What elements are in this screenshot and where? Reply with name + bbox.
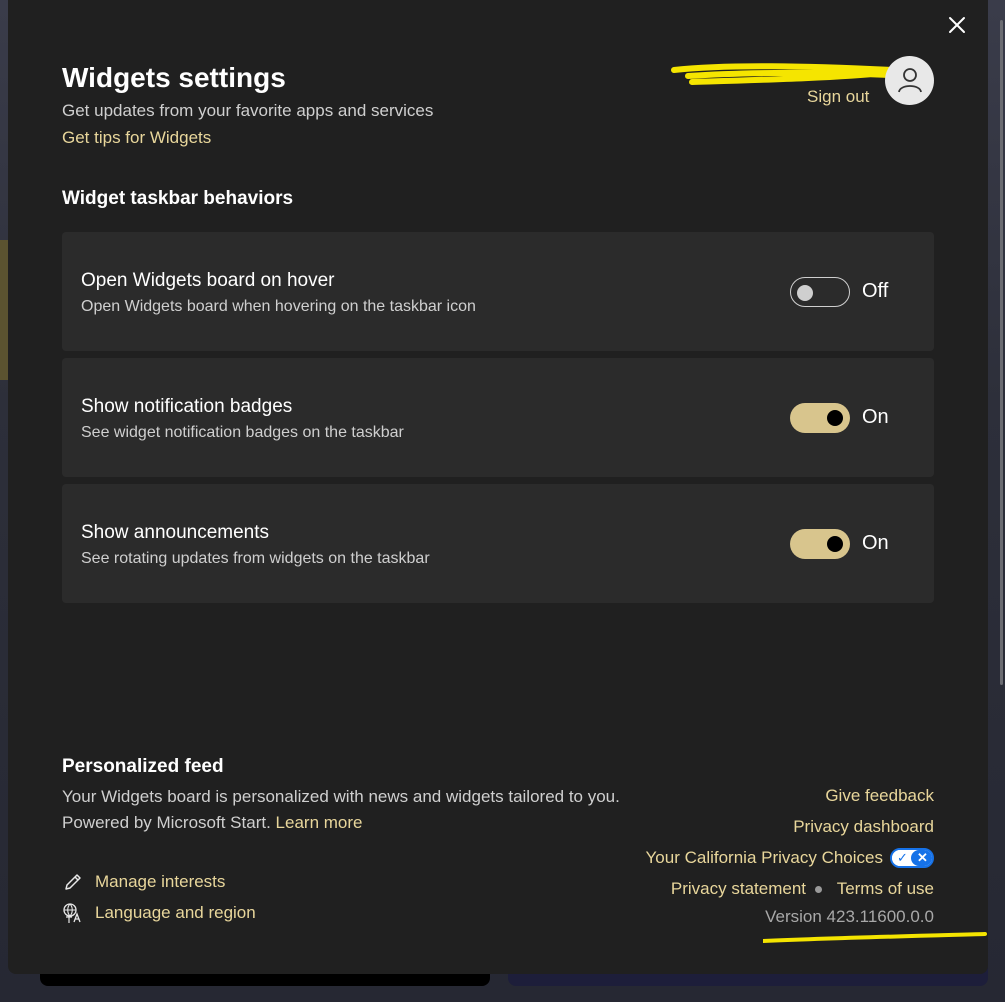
setting-title: Show notification badges — [81, 396, 293, 417]
setting-announcements: Show announcements See rotating updates … — [62, 484, 934, 603]
toggle-state-label: On — [862, 532, 889, 554]
privacy-statement-link[interactable]: Privacy statement — [671, 879, 806, 899]
california-privacy-link[interactable]: Your California Privacy Choices — [646, 848, 883, 868]
close-icon — [949, 17, 965, 33]
toggle-knob — [827, 410, 843, 426]
person-icon — [898, 68, 922, 93]
setting-description: Open Widgets board when hovering on the … — [81, 298, 476, 315]
version-label: Version 423.11600.0.0 — [765, 907, 934, 926]
sign-out-link[interactable]: Sign out — [807, 87, 869, 107]
manage-interests-label: Manage interests — [95, 872, 226, 891]
give-feedback-link[interactable]: Give feedback — [825, 786, 934, 806]
checkmark-icon: ✓ — [892, 850, 913, 866]
toggle-knob — [827, 536, 843, 552]
setting-description: See widget notification badges on the ta… — [81, 424, 404, 441]
separator-dot — [815, 886, 822, 893]
terms-of-use-link[interactable]: Terms of use — [837, 879, 934, 899]
setting-description: See rotating updates from widgets on the… — [81, 550, 430, 567]
pencil-icon — [65, 874, 81, 890]
taskbar-behaviors-heading: Widget taskbar behaviors — [62, 188, 294, 209]
personalized-feed-description: Your Widgets board is personalized with … — [62, 784, 622, 836]
setting-title: Open Widgets board on hover — [81, 270, 335, 291]
toggle-knob — [797, 285, 813, 301]
tips-link[interactable]: Get tips for Widgets — [62, 128, 211, 148]
avatar[interactable] — [885, 56, 934, 105]
personalized-feed-heading: Personalized feed — [62, 756, 224, 777]
notification-badges-toggle[interactable] — [790, 403, 850, 433]
page-subtitle: Get updates from your favorite apps and … — [62, 101, 434, 120]
scrollbar[interactable] — [1000, 20, 1003, 685]
setting-title: Show announcements — [81, 522, 270, 543]
page-title: Widgets settings — [62, 62, 286, 93]
language-region-label: Language and region — [95, 903, 256, 922]
learn-more-link[interactable]: Learn more — [276, 813, 363, 832]
setting-notification-badges: Show notification badges See widget noti… — [62, 358, 934, 477]
setting-open-on-hover: Open Widgets board on hover Open Widgets… — [62, 232, 934, 351]
manage-interests-link[interactable]: Manage interests — [62, 870, 225, 894]
widgets-settings-panel: Widgets settings Get updates from your f… — [8, 0, 988, 974]
close-button[interactable] — [944, 14, 970, 40]
open-on-hover-toggle[interactable] — [790, 277, 850, 307]
language-region-link[interactable]: Language and region — [62, 901, 256, 925]
privacy-dashboard-link[interactable]: Privacy dashboard — [793, 817, 934, 837]
x-icon: ✕ — [911, 850, 932, 866]
language-icon — [63, 903, 81, 923]
privacy-choices-icon[interactable]: ✓ ✕ — [890, 848, 934, 868]
redaction-scribble — [671, 63, 898, 85]
toggle-state-label: Off — [862, 280, 889, 302]
toggle-state-label: On — [862, 406, 889, 428]
announcements-toggle[interactable] — [790, 529, 850, 559]
highlight-underline — [763, 932, 987, 943]
